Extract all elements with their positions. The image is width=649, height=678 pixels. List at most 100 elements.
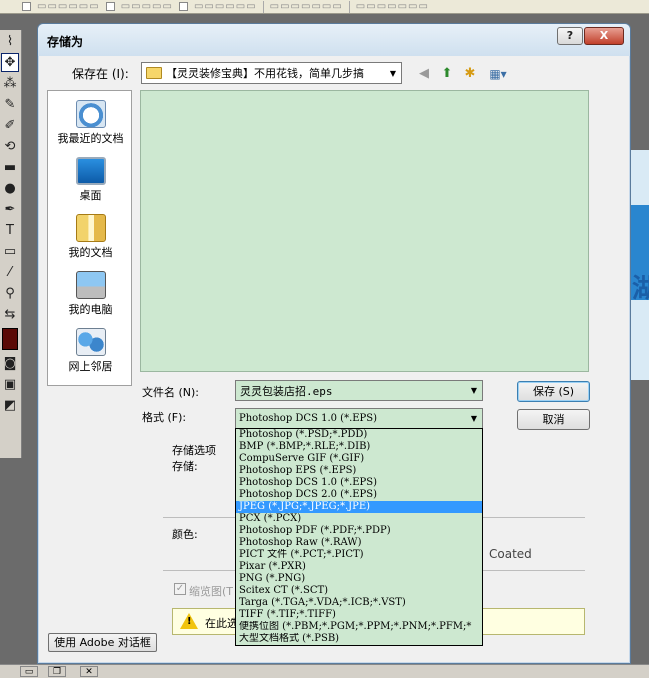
gradient-tool-icon[interactable]: ▬ <box>1 158 19 177</box>
format-option[interactable]: PICT 文件 (*.PCT;*.PICT) <box>236 549 482 561</box>
place-desktop[interactable]: 桌面 <box>48 152 133 208</box>
format-option[interactable]: Photoshop DCS 1.0 (*.EPS) <box>236 477 482 489</box>
folder-icon <box>146 67 162 79</box>
taskbar-strip: ▭ ❐ ✕ <box>0 664 649 678</box>
place-label: 我的文档 <box>68 246 113 259</box>
cancel-button[interactable]: 取消 <box>517 409 590 430</box>
help-button[interactable]: ? <box>557 27 583 45</box>
heal-tool-icon[interactable]: ✎ <box>1 95 19 114</box>
option-checkbox[interactable] <box>22 2 31 11</box>
format-option[interactable]: Photoshop Raw (*.RAW) <box>236 537 482 549</box>
option-checkbox[interactable] <box>105 2 115 11</box>
save-options-title: 存储选项 <box>172 444 216 457</box>
divider <box>262 0 264 13</box>
chevron-down-icon[interactable]: ▼ <box>385 63 401 83</box>
view-menu-icon[interactable]: ▦▾ <box>484 65 512 82</box>
format-option[interactable]: 便携位图 (*.PBM;*.PGM;*.PPM;*.PNM;*.PFM;* <box>236 621 482 633</box>
format-option[interactable]: Photoshop EPS (*.EPS) <box>236 465 482 477</box>
screen-mode-icon[interactable]: ▣ <box>1 375 19 394</box>
save-in-value: 【灵灵装修宝典】不用花钱，简单几步搞 <box>166 67 364 80</box>
quick-mask-icon[interactable]: ◙ <box>1 354 19 373</box>
format-option[interactable]: PNG (*.PNG) <box>236 573 482 585</box>
close-button[interactable]: X <box>584 27 624 45</box>
shape-tool-icon[interactable]: ▭ <box>1 242 19 261</box>
file-list[interactable] <box>140 90 589 372</box>
thumbnail-checkbox[interactable]: ✓ <box>174 583 186 595</box>
place-label: 我的电脑 <box>68 303 113 316</box>
lasso-tool-icon[interactable]: ⌇ <box>1 32 19 51</box>
format-option[interactable]: 大型文档格式 (*.PSB) <box>236 633 482 645</box>
place-network[interactable]: 网上邻居 <box>48 323 133 379</box>
text-tool-icon[interactable]: T <box>1 221 19 240</box>
restore-icon[interactable]: ❐ <box>48 666 66 677</box>
format-option[interactable]: JPEG (*.JPG;*.JPEG;*.JPE) <box>236 501 482 513</box>
brush-tool-icon[interactable]: ✐ <box>1 116 19 135</box>
history-brush-icon[interactable]: ⟲ <box>1 137 19 156</box>
format-option[interactable]: Photoshop DCS 2.0 (*.EPS) <box>236 489 482 501</box>
my-documents-icon <box>75 214 106 242</box>
format-option[interactable]: Photoshop PDF (*.PDF;*.PDP) <box>236 525 482 537</box>
warning-text: 在此选 <box>205 617 238 630</box>
filename-label: 文件名 (N): <box>142 386 200 399</box>
app-options-bar: ▭▭▭▭▭▭ ▭▭▭▭▭ ▭▭▭▭▭▭ ▭▭▭▭▭▭▭ ▭▭▭▭▭▭▭ <box>0 0 649 14</box>
move-tool-icon[interactable]: ✥ <box>1 53 19 72</box>
format-option[interactable]: Targa (*.TGA;*.VDA;*.ICB;*.VST) <box>236 597 482 609</box>
dodge-tool-icon[interactable]: ● <box>1 179 19 198</box>
place-my-computer[interactable]: 我的电脑 <box>48 266 133 322</box>
swap-colors-icon[interactable]: ⇆ <box>1 305 19 324</box>
option-text: ▭▭▭▭▭ <box>120 0 173 12</box>
format-option[interactable]: Pixar (*.PXR) <box>236 561 482 573</box>
place-my-documents[interactable]: 我的文档 <box>48 209 133 265</box>
filename-value[interactable]: 灵灵包装店招.eps <box>236 383 466 399</box>
format-value: Photoshop DCS 1.0 (*.EPS) <box>239 413 378 424</box>
up-folder-icon[interactable]: ⬆ <box>438 65 456 82</box>
place-label: 桌面 <box>79 189 102 202</box>
format-label: 格式 (F): <box>142 411 187 424</box>
use-adobe-dialog-button[interactable]: 使用 Adobe 对话框 <box>48 633 157 652</box>
format-option[interactable]: Scitex CT (*.SCT) <box>236 585 482 597</box>
recent-documents-icon <box>75 100 106 128</box>
format-option[interactable]: TIFF (*.TIF;*.TIFF) <box>236 609 482 621</box>
canvas-artwork-text: 湖 <box>632 274 649 304</box>
jump-to-icon[interactable]: ◩ <box>1 396 19 415</box>
format-option[interactable]: PCX (*.PCX) <box>236 513 482 525</box>
save-in-label: 保存在 (I): <box>72 67 129 81</box>
network-places-icon <box>75 328 106 356</box>
option-text: ▭▭▭▭▭▭ <box>37 0 100 12</box>
format-dropdown-list[interactable]: Photoshop (*.PSD;*.PDD) BMP (*.BMP;*.RLE;… <box>235 428 483 646</box>
format-dropdown[interactable]: Photoshop DCS 1.0 (*.EPS) ▼ <box>235 408 483 429</box>
minimize-icon[interactable]: ▭ <box>20 666 38 677</box>
format-option[interactable]: BMP (*.BMP;*.RLE;*.DIB) <box>236 441 482 453</box>
filename-field[interactable]: 灵灵包装店招.eps ▼ <box>235 380 483 401</box>
back-icon[interactable]: ◀ <box>415 65 433 82</box>
new-folder-icon[interactable]: ✱ <box>461 65 479 82</box>
color-profile-text: Coated <box>489 547 532 561</box>
my-computer-icon <box>75 271 106 299</box>
save-options-save-label: 存储: <box>172 460 198 473</box>
place-label: 我最近的文档 <box>57 132 124 145</box>
foreground-color-swatch[interactable] <box>2 328 18 350</box>
format-option[interactable]: CompuServe GIF (*.GIF) <box>236 453 482 465</box>
divider <box>348 0 350 13</box>
save-in-dropdown[interactable]: 【灵灵装修宝典】不用花钱，简单几步搞 ▼ <box>141 62 402 84</box>
eyedropper-tool-icon[interactable]: ⁄ <box>1 263 19 282</box>
dialog-title: 存储为 <box>47 35 84 49</box>
close-icon[interactable]: ✕ <box>80 666 98 677</box>
toolbox: ⌇ ✥ ⁂ ✎ ✐ ⟲ ▬ ● ✒ T ▭ ⁄ ⚲ ⇆ ◙ ▣ ◩ <box>0 30 22 458</box>
option-text: ▭▭▭▭▭▭▭ <box>269 0 343 12</box>
chevron-down-icon[interactable]: ▼ <box>466 409 482 429</box>
option-text: ▭▭▭▭▭▭▭ <box>355 0 429 12</box>
magic-wand-tool-icon[interactable]: ⁂ <box>1 74 19 93</box>
color-label: 颜色: <box>172 528 198 541</box>
places-bar: 我最近的文档 桌面 我的文档 我的电脑 网上邻居 <box>47 90 132 386</box>
format-option[interactable]: Photoshop (*.PSD;*.PDD) <box>236 429 482 441</box>
place-label: 网上邻居 <box>68 360 113 373</box>
pen-tool-icon[interactable]: ✒ <box>1 200 19 219</box>
option-checkbox[interactable] <box>178 2 188 11</box>
save-button[interactable]: 保存 (S) <box>517 381 590 402</box>
place-recent-documents[interactable]: 我最近的文档 <box>48 95 133 151</box>
chevron-down-icon[interactable]: ▼ <box>466 381 482 401</box>
zoom-tool-icon[interactable]: ⚲ <box>1 284 19 303</box>
thumbnail-label: 缩览图(T <box>189 585 234 598</box>
option-text: ▭▭▭▭▭▭ <box>193 0 257 12</box>
